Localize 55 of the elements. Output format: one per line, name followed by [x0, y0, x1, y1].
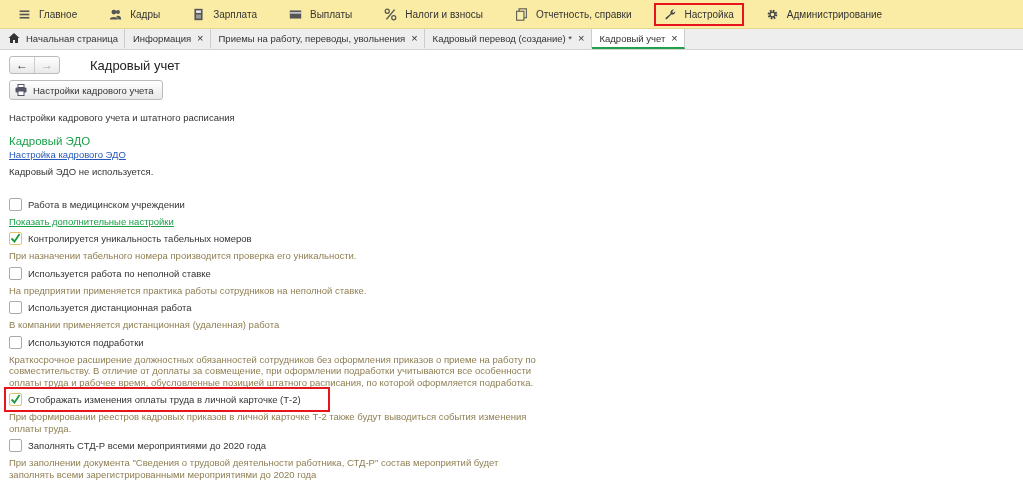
tab[interactable]: Приемы на работу, переводы, увольнения ×	[210, 29, 425, 49]
tab[interactable]: Кадровый учет ×	[591, 29, 685, 49]
description-text: При формировании реестров кадровых приказов в личной карточке Т-2 также будут выводиться события изменения оплаты труда.	[9, 411, 528, 434]
navigation-buttons[interactable]: ← →	[9, 56, 60, 74]
close-icon[interactable]: ×	[578, 32, 585, 44]
home-icon	[8, 32, 20, 44]
checkbox[interactable]	[9, 266, 22, 280]
docs-icon	[514, 7, 528, 21]
checkbox-label[interactable]: Контролируется уникальность табельных номеров	[28, 233, 252, 244]
people-icon	[109, 7, 123, 21]
description-text: При назначении табельного номера производится проверка его уникальности.	[9, 250, 358, 262]
form-title: Кадровый учет	[90, 57, 180, 73]
description-text: При заполнении документа "Сведения о трудовой деятельности работника, СТД-Р" состав мероприятий будет заполнять всеми зарегистрированными мероприятиями до 2020 года	[9, 457, 500, 480]
close-icon[interactable]: ×	[411, 32, 418, 44]
checkbox-label[interactable]: Используется дистанционная работа	[28, 302, 192, 313]
menu-item[interactable]: Выплаты	[279, 2, 363, 26]
checkbox[interactable]	[9, 335, 22, 349]
menu-icon	[18, 7, 31, 21]
menu-item[interactable]: Налоги и взносы	[374, 2, 493, 26]
checkbox-label[interactable]: Заполнять СТД-Р всеми мероприятиями до 2020 года	[28, 440, 267, 451]
tab[interactable]: Информация ×	[124, 29, 211, 49]
checkbox-label[interactable]: Используются подработки	[28, 336, 144, 348]
checkbox-label[interactable]: Используется работа по неполной ставке	[28, 267, 211, 279]
checkbox[interactable]	[9, 301, 22, 314]
section-title: Кадровый ЭДО	[9, 135, 92, 147]
menu-item[interactable]: Кадры	[99, 2, 171, 26]
close-icon[interactable]: ×	[197, 32, 204, 44]
show-more-link[interactable]: Показать дополнительные настройки	[9, 216, 174, 227]
printer-icon	[15, 84, 27, 96]
checkbox[interactable]	[9, 393, 22, 406]
checkbox[interactable]	[9, 198, 22, 211]
checkbox-label[interactable]: Работа в медицинском учреждении	[28, 199, 185, 210]
back-icon[interactable]: ←	[10, 57, 34, 73]
description-text: В компании применяется дистанционная (удаленная) работа	[9, 319, 281, 331]
calc-icon	[192, 7, 206, 21]
gear-icon	[765, 7, 779, 21]
description-text: На предприятии применяется практика работы сотрудников на неполной ставке.	[9, 284, 368, 296]
status-text: Кадровый ЭДО не используется.	[9, 166, 155, 177]
close-icon[interactable]: ×	[671, 32, 678, 44]
tab[interactable]: Начальная страница	[0, 29, 125, 49]
intro-text: Настройки кадрового учета и штатного расписания	[9, 112, 236, 123]
settings-button[interactable]: Настройки кадрового учета	[9, 80, 163, 100]
checkbox[interactable]	[9, 439, 22, 452]
menu-item[interactable]: Администрирование	[755, 2, 893, 26]
wrench-icon	[663, 7, 677, 21]
card-icon	[289, 7, 302, 21]
settings-link[interactable]: Настройка кадрового ЭДО	[9, 149, 126, 160]
menu-item[interactable]: Отчетность, справки	[504, 2, 642, 26]
percent-icon	[384, 7, 398, 21]
menu-item[interactable]: Главное	[8, 2, 88, 26]
checkbox[interactable]	[9, 232, 22, 245]
menu-item[interactable]: Настройка	[653, 2, 744, 26]
menu-item[interactable]: Зарплата	[182, 2, 267, 26]
tab[interactable]: Кадровый перевод (создание) * ×	[424, 29, 592, 49]
checkbox-label[interactable]: Отображать изменения оплаты труда в личной карточке (Т-2)	[28, 394, 301, 405]
